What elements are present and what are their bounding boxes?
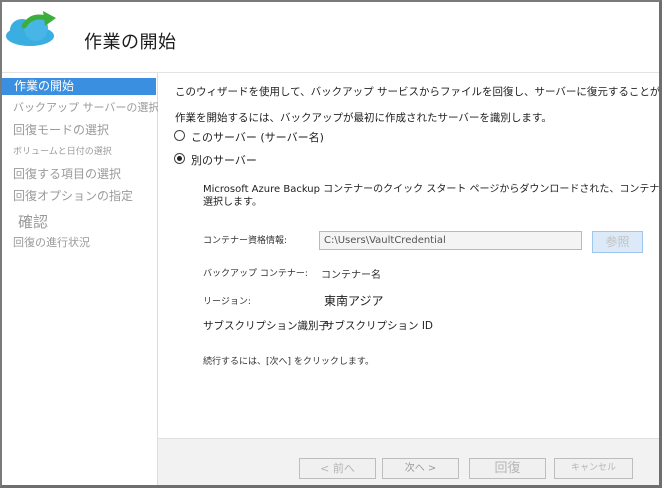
vault-label: バックアップ コンテナー: (203, 269, 308, 279)
this-server-radio[interactable] (174, 130, 185, 141)
wizard-header: 作業の開始 (2, 2, 659, 73)
continue-instruction: 続行するには、[次へ] をクリックします。 (203, 357, 374, 367)
sidebar-item-select-items[interactable]: 回復する項目の選択 (2, 165, 167, 182)
cancel-button[interactable]: キャンセル (554, 458, 633, 479)
wizard-window: 作業の開始 作業の開始 バックアップ サーバーの選択 回復モードの選択 ボリュー… (0, 0, 662, 488)
subscription-label: サブスクリプション識別子: (203, 320, 333, 332)
description-line-2: 選択します。 (203, 197, 262, 208)
previous-button[interactable]: < 前へ (299, 458, 376, 479)
subscription-value: サブスクリプション ID (324, 320, 434, 332)
this-server-label[interactable]: このサーバー (サーバー名) (191, 129, 324, 145)
credentials-label: コンテナー資格情報: (203, 236, 288, 246)
vault-value: コンテナー名 (321, 270, 381, 281)
sidebar-item-select-recovery-mode[interactable]: 回復モードの選択 (2, 121, 167, 138)
sidebar-item-confirm[interactable]: 確認 (2, 211, 172, 232)
identify-text: 作業を開始するには、バックアップが最初に作成されたサーバーを識別します。 (175, 112, 552, 124)
other-server-label[interactable]: 別のサーバー (191, 152, 257, 168)
sidebar-item-recovery-progress[interactable]: 回復の進行状況 (2, 234, 167, 250)
intro-text: このウィザードを使用して、バックアップ サービスからファイルを回復し、サーバーに… (175, 86, 662, 98)
page-title: 作業の開始 (84, 32, 177, 53)
browse-button[interactable]: 参照 (592, 231, 643, 253)
credentials-input[interactable] (319, 231, 582, 250)
description-line-1: Microsoft Azure Backup コンテナーのクイック スタート ペ… (203, 184, 662, 195)
sidebar-item-specify-options[interactable]: 回復オプションの指定 (2, 187, 167, 204)
cloud-recover-icon (6, 11, 56, 46)
recover-button[interactable]: 回復 (469, 458, 546, 479)
sidebar-item-getting-started[interactable]: 作業の開始 (2, 78, 156, 95)
other-server-radio[interactable] (174, 153, 185, 164)
region-label: リージョン: (203, 297, 251, 307)
sidebar-item-select-volume-date[interactable]: ボリュームと日付の選択 (2, 144, 167, 157)
wizard-content (158, 73, 659, 437)
region-value: 東南アジア (324, 294, 384, 308)
wizard-steps-sidebar: 作業の開始 バックアップ サーバーの選択 回復モードの選択 ボリュームと日付の選… (2, 73, 159, 485)
next-button[interactable]: 次へ > (382, 458, 459, 479)
sidebar-item-select-backup-server[interactable]: バックアップ サーバーの選択 (2, 99, 167, 115)
